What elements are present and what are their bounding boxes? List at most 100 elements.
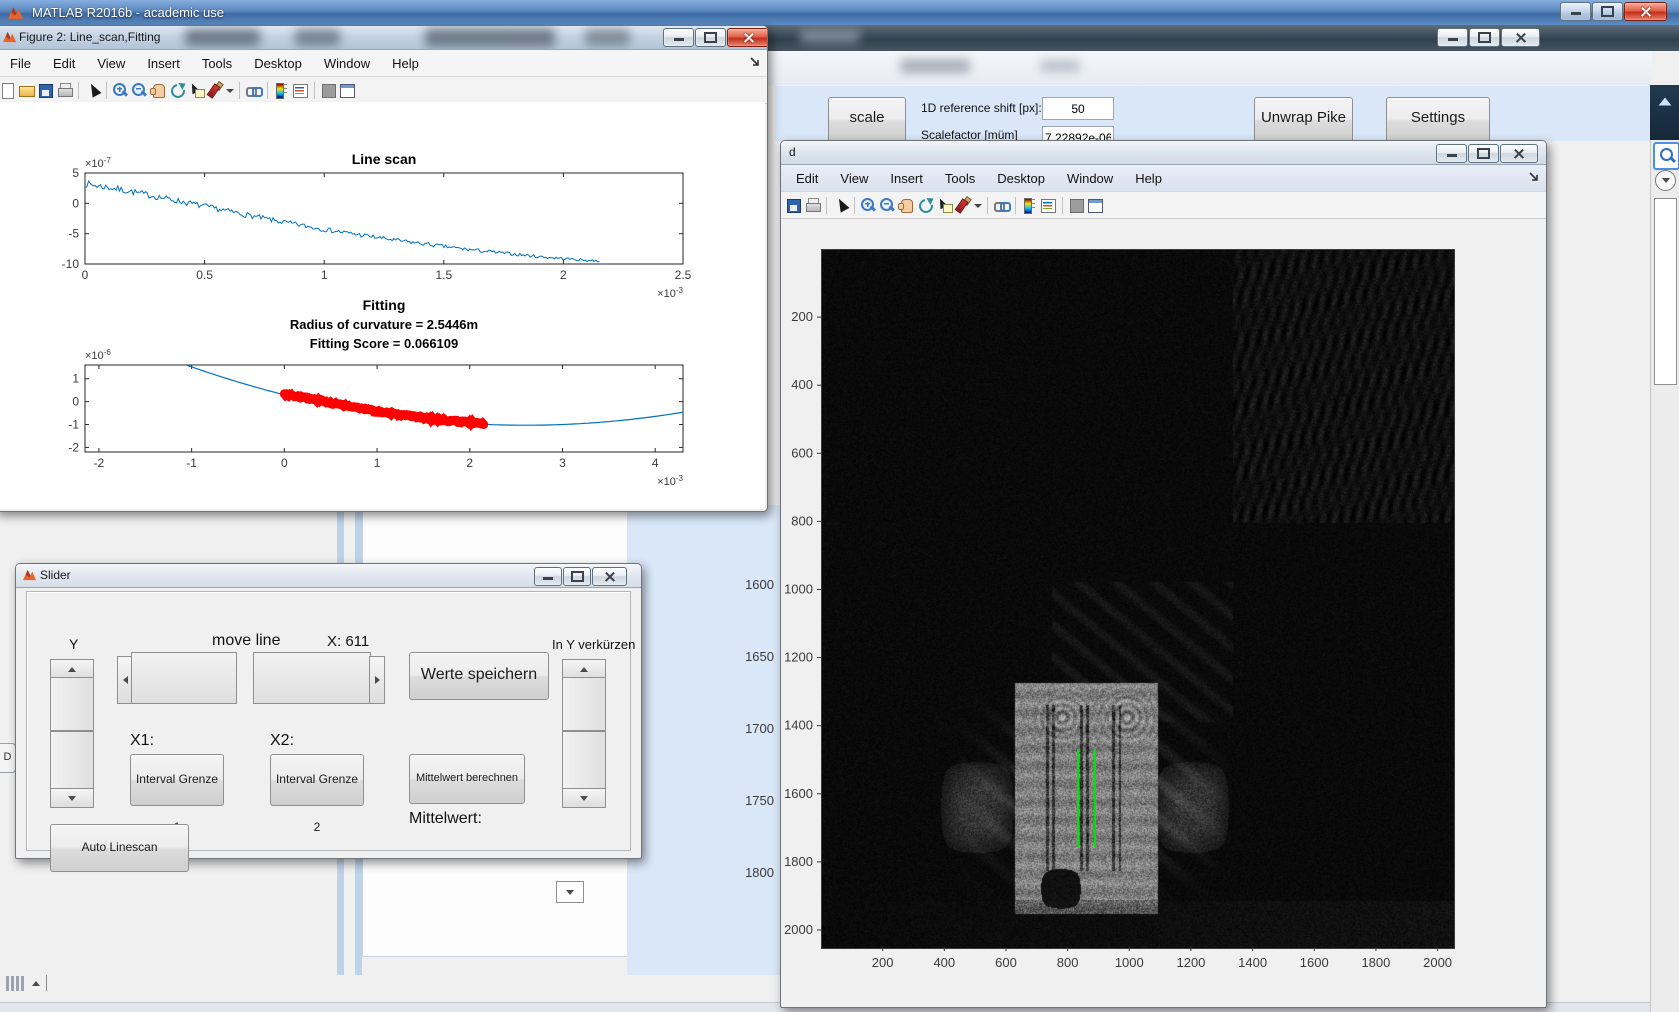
rotate-3d-icon[interactable] — [168, 81, 187, 100]
brush-icon[interactable] — [206, 81, 225, 100]
hide-plot-tools-icon[interactable] — [319, 81, 338, 100]
svg-text:400: 400 — [791, 377, 813, 392]
ref-shift-input[interactable] — [1042, 97, 1114, 120]
right-scrollbar-thumb[interactable] — [1654, 198, 1677, 385]
link-plots-icon[interactable] — [244, 81, 263, 100]
y-scroll-track-upper[interactable] — [50, 677, 94, 731]
werte-speichern-button[interactable]: Werte speichern — [409, 652, 549, 700]
figure2-minimize-button[interactable] — [663, 28, 694, 47]
statusbar-grip[interactable] — [6, 975, 47, 991]
settings-button[interactable]: Settings — [1386, 97, 1490, 143]
menu-file[interactable]: File — [0, 52, 42, 75]
figure2-close-button[interactable] — [727, 28, 767, 47]
svg-text:0: 0 — [281, 456, 288, 470]
iny-scroll-up-button[interactable] — [562, 659, 606, 679]
y-scroll-up-button[interactable] — [50, 659, 94, 679]
svg-text:Line scan: Line scan — [352, 151, 417, 167]
figure2-restore-button[interactable] — [695, 28, 726, 47]
background-dropdown-button[interactable] — [556, 881, 584, 903]
svg-text:400: 400 — [933, 955, 955, 970]
figure2-title: Figure 2: Line_scan,Fitting — [19, 30, 161, 44]
ref-shift-label: 1D reference shift [px]: — [921, 101, 1042, 115]
svg-text:2: 2 — [466, 456, 473, 470]
mittelwert-berechnen-button[interactable]: Mittelwert berechnen — [409, 754, 525, 804]
covered-axis-tick: 1700 — [745, 721, 774, 736]
matlab-logo-icon — [8, 7, 23, 19]
svg-text:1.5: 1.5 — [435, 268, 452, 282]
svg-text:0: 0 — [72, 395, 79, 409]
menu-window[interactable]: Window — [313, 52, 381, 75]
svg-text:0: 0 — [72, 196, 79, 210]
menu-tools[interactable]: Tools — [191, 52, 243, 75]
svg-text:1000: 1000 — [1115, 955, 1144, 970]
print-figure-icon[interactable] — [55, 81, 74, 100]
svg-text:1000: 1000 — [784, 581, 813, 596]
y-scroll-thumb[interactable] — [50, 731, 94, 790]
svg-text:1: 1 — [321, 268, 328, 282]
scroll-menu-button[interactable] — [1655, 170, 1676, 191]
show-plot-tools-icon[interactable] — [338, 81, 357, 100]
x-slider-segment-2[interactable] — [253, 652, 371, 704]
open-file-icon[interactable] — [17, 81, 36, 100]
expand-arrow-icon[interactable] — [32, 980, 40, 986]
figure2-canvas-area: 0 0.5 1 1.5 2 2.5 5 0 -5 -10 ×10-7 ×10-3 -2 -1 0 1 2 3 4 1 0… — [0, 102, 765, 509]
insert-legend-icon[interactable] — [291, 81, 310, 100]
svg-text:0: 0 — [82, 268, 89, 282]
image-axes-tick-labels: 200 400 600 800 1000 1200 1400 1600 1800 2000 200 4… — [784, 309, 1452, 970]
svg-text:×10-3: ×10-3 — [657, 286, 683, 300]
bgwindow-minimize-button[interactable] — [1437, 28, 1468, 47]
slider-title: Slider — [40, 568, 71, 582]
menu-desktop[interactable]: Desktop — [243, 52, 313, 75]
svg-text:Radius of curvature = 2.5446m: Radius of curvature = 2.5446m — [290, 317, 478, 332]
matlab-restore-button[interactable] — [1592, 2, 1623, 21]
matlab-minimize-button[interactable] — [1560, 2, 1591, 21]
slider-minimize-button[interactable] — [534, 567, 562, 586]
svg-text:×10-6: ×10-6 — [85, 348, 111, 362]
x-slider-right-button[interactable] — [369, 656, 385, 704]
svg-text:1200: 1200 — [784, 650, 813, 665]
x-slider-segment-1[interactable] — [131, 652, 237, 704]
zoom-out-icon[interactable] — [130, 81, 149, 100]
svg-text:800: 800 — [1057, 955, 1079, 970]
edit-plot-icon[interactable] — [83, 81, 102, 100]
brush-dropdown-icon[interactable] — [225, 81, 235, 100]
zoom-in-icon[interactable] — [111, 81, 130, 100]
menu-edit[interactable]: Edit — [42, 52, 86, 75]
svg-text:1400: 1400 — [1238, 955, 1267, 970]
iny-scroll-down-button[interactable] — [562, 788, 606, 808]
iny-scroll-thumb[interactable] — [562, 731, 606, 790]
dock-arrow-icon[interactable] — [749, 56, 761, 68]
menu-help[interactable]: Help — [381, 52, 430, 75]
collapsed-panel-tab[interactable]: D — [0, 743, 16, 773]
save-figure-icon[interactable] — [36, 81, 55, 100]
gui-axes-column: 1600 1650 1700 1750 1800 — [627, 505, 780, 975]
data-cursor-icon[interactable] — [187, 81, 206, 100]
right-navy-strip — [1650, 85, 1679, 140]
collapse-up-icon[interactable] — [1658, 97, 1671, 106]
unwrap-pike-button[interactable]: Unwrap Pike — [1254, 97, 1353, 143]
search-button[interactable] — [1653, 142, 1679, 170]
interval-grenze-2-button[interactable]: Interval Grenze 2 — [270, 754, 364, 834]
bgwindow-restore-button[interactable] — [1469, 28, 1500, 47]
matlab-title: MATLAB R2016b - academic use — [32, 5, 224, 20]
auto-linescan-button[interactable]: Auto Linescan — [50, 824, 189, 872]
y-scroll-down-button[interactable] — [50, 788, 94, 808]
right-scroll-strip — [1650, 140, 1679, 1012]
insert-colorbar-icon[interactable] — [272, 81, 291, 100]
menu-view[interactable]: View — [86, 52, 136, 75]
pan-icon[interactable] — [149, 81, 168, 100]
svg-text:1400: 1400 — [784, 718, 813, 733]
scale-button[interactable]: scale — [828, 97, 906, 143]
iny-scroll-track-upper[interactable] — [562, 677, 606, 731]
svg-text:1800: 1800 — [784, 854, 813, 869]
interval-grenze-1-button[interactable]: Interval Grenze 1 — [130, 754, 224, 834]
slider-panel: Y move line X: 611 In Y verkürzen Werte … — [26, 591, 635, 872]
slider-close-button[interactable] — [592, 567, 627, 586]
new-figure-icon[interactable] — [0, 81, 17, 100]
menu-insert[interactable]: Insert — [136, 52, 191, 75]
slider-restore-button[interactable] — [563, 567, 591, 586]
svg-text:1200: 1200 — [1176, 955, 1205, 970]
matlab-close-button[interactable] — [1624, 2, 1667, 21]
covered-axis-tick: 1600 — [745, 577, 774, 592]
bgwindow-close-button[interactable] — [1501, 28, 1540, 47]
